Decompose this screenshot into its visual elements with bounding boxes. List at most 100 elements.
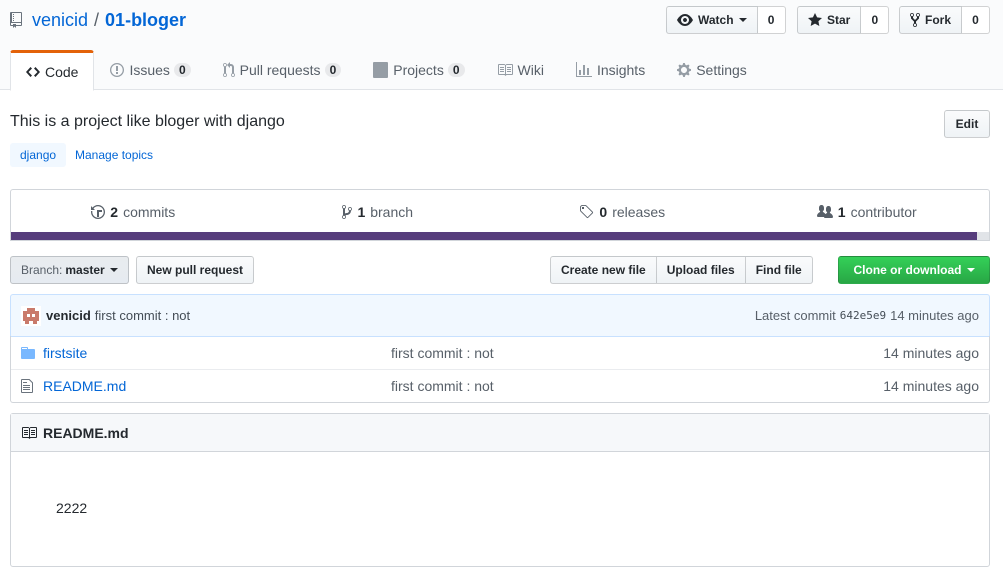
branch-icon [342,204,353,219]
readme-header: README.md [11,414,989,452]
tab-projects[interactable]: Projects 0 [357,50,480,90]
repo-icon [10,12,26,28]
branches-label: branch [370,203,414,220]
topic-tag-django[interactable]: django [10,143,67,167]
file-name-link[interactable]: firstsite [43,345,391,361]
repo-summary: 2 commits 1 branch 0 releases 1 contribu… [10,189,990,241]
file-commit-message-link[interactable]: first commit : not [391,378,494,394]
readme-content: 2222 [56,500,88,516]
language-bar-fill [11,232,978,240]
repo-nav: Code Issues 0 Pull requests 0 Projects 0… [10,50,763,91]
watch-label: Watch [698,13,734,27]
gear-icon [677,63,692,77]
commits-link[interactable]: 2 commits [11,190,256,233]
people-icon [816,204,833,218]
file-icon [21,378,37,394]
manage-topics-link[interactable]: Manage topics [75,148,153,162]
commits-label: commits [123,203,176,220]
pull-request-icon [222,62,235,78]
commit-message-link[interactable]: first commit : not [95,308,190,323]
chevron-down-icon [738,18,747,22]
folder-icon [21,345,37,361]
book-icon [22,426,37,439]
projects-counter: 0 [447,63,465,77]
watch-group: Watch 0 [666,6,786,34]
repo-name-link[interactable]: 01-bloger [105,10,186,31]
watch-count[interactable]: 0 [757,6,786,34]
commit-author-link[interactable]: venicid [46,308,91,323]
repo-header: venicid / 01-bloger Watch 0 Star 0 Fork [0,0,1003,91]
latest-commit-label: Latest commit [754,308,836,323]
file-actions-group: Create new file Upload files Find file [550,256,813,284]
branch-select-label: Branch: [21,263,63,277]
file-age: 14 minutes ago [883,378,979,394]
book-icon [497,64,513,76]
star-label: Star [827,13,851,27]
branches-count: 1 [357,203,366,220]
repo-path-separator: / [94,9,100,30]
file-commit-message-link[interactable]: first commit : not [391,345,494,361]
history-icon [91,204,106,219]
tab-settings[interactable]: Settings [661,50,763,90]
table-row: README.md first commit : not 14 minutes … [11,369,989,402]
upload-files-button[interactable]: Upload files [655,256,746,284]
repo-description: This is a project like bloger with djang… [10,113,285,130]
issue-icon [110,63,125,77]
fork-count[interactable]: 0 [962,6,991,34]
readme-panel: README.md 2222 [10,413,990,567]
avatar[interactable] [21,305,41,326]
commit-sha-link[interactable]: 642e5e9 [840,309,886,322]
tab-pull-requests-label: Pull requests [239,62,321,78]
edit-description-button[interactable]: Edit [944,110,990,138]
tag-icon [580,204,594,218]
clone-or-download-label: Clone or download [853,263,962,277]
fork-button[interactable]: Fork [899,6,963,34]
fork-icon [910,12,920,28]
tab-code-label: Code [45,63,79,80]
chevron-down-icon [109,268,118,272]
tab-wiki-label: Wiki [517,62,544,78]
tab-projects-label: Projects [393,62,444,78]
chevron-down-icon [966,268,975,272]
file-age: 14 minutes ago [883,344,979,361]
contributors-link[interactable]: 1 contributor [745,190,990,233]
tab-wiki[interactable]: Wiki [481,50,560,90]
fork-group: Fork 0 [899,6,991,34]
latest-commit-bar: venicid first commit : not Latest commit… [10,294,990,337]
language-bar[interactable] [11,232,989,240]
file-name-link[interactable]: README.md [43,378,391,394]
commit-age: 14 minutes ago [890,308,979,323]
releases-count: 0 [599,203,608,220]
branch-select-button[interactable]: Branch: master [10,256,129,284]
tab-insights[interactable]: Insights [560,50,661,90]
create-new-file-button[interactable]: Create new file [550,256,657,284]
file-table: firstsite first commit : not 14 minutes … [10,336,990,403]
code-icon [26,66,40,77]
star-button[interactable]: Star [797,6,862,34]
find-file-button[interactable]: Find file [744,256,813,284]
repo-title: venicid / 01-bloger [10,8,186,32]
tab-issues[interactable]: Issues 0 [94,50,206,90]
star-group: Star 0 [797,6,890,34]
branches-link[interactable]: 1 branch [256,190,501,233]
eye-icon [677,14,693,26]
commits-count: 2 [110,203,119,220]
graph-icon [575,62,592,77]
tab-code[interactable]: Code [10,50,95,91]
tab-issues-label: Issues [129,62,170,78]
releases-label: releases [612,203,666,220]
new-pull-request-button[interactable]: New pull request [136,256,255,284]
contributors-count: 1 [837,203,846,220]
tab-settings-label: Settings [696,62,747,78]
star-icon [808,13,822,26]
fork-label: Fork [925,13,952,27]
watch-button[interactable]: Watch [666,6,758,34]
releases-link[interactable]: 0 releases [500,190,745,233]
tab-pull-requests[interactable]: Pull requests 0 [207,50,358,90]
table-row: firstsite first commit : not 14 minutes … [11,336,989,369]
star-count[interactable]: 0 [861,6,890,34]
branch-select-name: master [65,263,105,277]
repo-owner-link[interactable]: venicid [32,10,88,31]
clone-or-download-button[interactable]: Clone or download [838,256,990,284]
pull-requests-counter: 0 [324,63,342,77]
